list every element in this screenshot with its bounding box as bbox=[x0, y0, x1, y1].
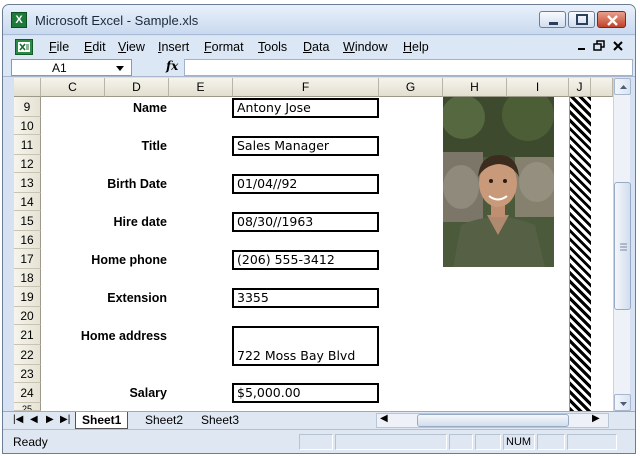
fx-icon[interactable]: fx bbox=[166, 59, 178, 73]
excel-app-icon[interactable]: X bbox=[11, 12, 27, 28]
row-header[interactable]: 20 bbox=[14, 307, 41, 325]
formula-bar: A1 fx bbox=[3, 58, 635, 77]
status-panel bbox=[475, 434, 501, 450]
field-label-birth-date: Birth Date bbox=[107, 177, 167, 191]
status-panel bbox=[299, 434, 333, 450]
close-icon bbox=[607, 15, 618, 26]
column-header-blank bbox=[591, 78, 613, 97]
row-header[interactable]: 14 bbox=[14, 193, 41, 211]
row-header[interactable]: 10 bbox=[14, 117, 41, 135]
status-bar: Ready NUM bbox=[3, 429, 635, 453]
column-header-e[interactable]: E bbox=[169, 78, 233, 97]
scroll-right-icon[interactable]: ▶ bbox=[592, 413, 600, 424]
vertical-scroll-thumb[interactable] bbox=[614, 182, 631, 310]
field-label-hire-date: Hire date bbox=[113, 215, 168, 229]
status-panel bbox=[567, 434, 617, 450]
grip-icon bbox=[620, 243, 627, 251]
menu-format[interactable]: Format bbox=[204, 40, 244, 54]
column-header-f[interactable]: F bbox=[233, 78, 379, 97]
field-label-home-phone: Home phone bbox=[91, 253, 167, 267]
dropdown-arrow-icon[interactable] bbox=[116, 66, 124, 71]
menu-help[interactable]: Help bbox=[403, 40, 429, 54]
column-header-h[interactable]: H bbox=[443, 78, 507, 97]
close-button[interactable] bbox=[597, 11, 626, 28]
doc-close-icon[interactable] bbox=[611, 39, 625, 53]
scroll-up-icon bbox=[620, 85, 627, 89]
field-value-extension[interactable]: 3355 bbox=[232, 288, 379, 308]
menu-edit[interactable]: Edit bbox=[84, 40, 106, 54]
next-sheet-icon[interactable]: ▶ bbox=[46, 414, 54, 425]
horizontal-scroll-thumb[interactable] bbox=[417, 414, 569, 427]
doc-restore-icon[interactable] bbox=[592, 39, 606, 53]
workbook-icon[interactable] bbox=[15, 39, 33, 55]
window-title: Microsoft Excel - Sample.xls bbox=[35, 13, 199, 28]
menu-tools[interactable]: Tools bbox=[258, 40, 287, 54]
status-panel bbox=[537, 434, 565, 450]
menu-data[interactable]: Data bbox=[303, 40, 329, 54]
menu-bar: File Edit View Insert Format Tools Data … bbox=[3, 36, 635, 58]
title-bar: X Microsoft Excel - Sample.xls bbox=[3, 5, 635, 35]
scroll-down-button[interactable] bbox=[614, 394, 631, 411]
formula-input[interactable] bbox=[184, 59, 633, 76]
name-box-value: A1 bbox=[52, 61, 67, 75]
field-value-name[interactable]: Antony Jose bbox=[232, 98, 379, 118]
row-header[interactable]: 23 bbox=[14, 365, 41, 383]
menu-insert[interactable]: Insert bbox=[158, 40, 189, 54]
row-header[interactable]: 22 bbox=[14, 345, 41, 365]
field-label-home-address: Home address bbox=[80, 329, 167, 343]
tab-sheet1[interactable]: Sheet1 bbox=[75, 412, 129, 429]
doc-minimize-icon[interactable] bbox=[575, 39, 589, 53]
column-header-i[interactable]: I bbox=[507, 78, 569, 97]
first-sheet-icon[interactable]: |◀ bbox=[13, 414, 23, 425]
column-header-g[interactable]: G bbox=[379, 78, 443, 97]
minimize-button[interactable] bbox=[539, 11, 566, 28]
select-all-corner[interactable] bbox=[14, 78, 41, 97]
prev-sheet-icon[interactable]: ◀ bbox=[30, 414, 38, 425]
scroll-down-icon bbox=[620, 402, 627, 406]
field-label-name: Name bbox=[132, 101, 167, 115]
minimize-icon bbox=[549, 22, 558, 25]
employee-photo-image bbox=[443, 97, 554, 267]
row-header[interactable]: 16 bbox=[14, 231, 41, 249]
vertical-scrollbar[interactable] bbox=[613, 78, 631, 411]
status-text: Ready bbox=[13, 435, 48, 449]
menu-view[interactable]: View bbox=[118, 40, 145, 54]
scroll-up-button[interactable] bbox=[614, 78, 631, 95]
status-panel bbox=[449, 434, 473, 450]
status-panel bbox=[335, 434, 447, 450]
menu-file[interactable]: File bbox=[49, 40, 69, 54]
name-box[interactable]: A1 bbox=[11, 59, 132, 76]
field-value-salary[interactable]: $5,000.00 bbox=[232, 383, 379, 403]
excel-window: X Microsoft Excel - Sample.xls File Edit… bbox=[2, 4, 636, 454]
workbook-glyph bbox=[18, 42, 30, 52]
employee-photo[interactable] bbox=[443, 97, 554, 267]
scroll-left-icon[interactable]: ◀ bbox=[380, 413, 388, 424]
worksheet-grid[interactable]: C D E F G H I J 9 10 11 12 13 14 15 16 1… bbox=[14, 78, 613, 411]
maximize-button[interactable] bbox=[568, 11, 595, 28]
hatched-column bbox=[569, 97, 591, 411]
field-value-birth-date[interactable]: 01/04//92 bbox=[232, 174, 379, 194]
tab-sheet2[interactable]: Sheet2 bbox=[139, 412, 189, 429]
horizontal-scrollbar[interactable]: ◀ ▶ bbox=[376, 413, 609, 428]
column-header-d[interactable]: D bbox=[105, 78, 169, 97]
row-header[interactable]: 12 bbox=[14, 155, 41, 173]
field-label-title: Title bbox=[141, 139, 167, 153]
column-header-c[interactable]: C bbox=[41, 78, 105, 97]
field-label-salary: Salary bbox=[129, 386, 167, 400]
field-label-extension: Extension bbox=[107, 291, 167, 305]
row-header[interactable]: 18 bbox=[14, 269, 41, 287]
field-value-title[interactable]: Sales Manager bbox=[232, 136, 379, 156]
sheet-tab-bar: |◀ ◀ ▶ ▶| Sheet1 Sheet2 Sheet3 ◀ ▶ bbox=[3, 411, 635, 429]
num-lock-indicator: NUM bbox=[503, 434, 535, 450]
last-sheet-icon[interactable]: ▶| bbox=[60, 414, 70, 425]
row-header[interactable]: 25 bbox=[14, 403, 41, 411]
tab-sheet3[interactable]: Sheet3 bbox=[195, 412, 245, 429]
column-header-j[interactable]: J bbox=[569, 78, 591, 97]
maximize-icon bbox=[576, 14, 588, 25]
menu-window[interactable]: Window bbox=[343, 40, 387, 54]
field-value-home-phone[interactable]: (206) 555-3412 bbox=[232, 250, 379, 270]
field-value-home-address[interactable]: 722 Moss Bay Blvd bbox=[232, 326, 379, 366]
field-value-hire-date[interactable]: 08/30//1963 bbox=[232, 212, 379, 232]
